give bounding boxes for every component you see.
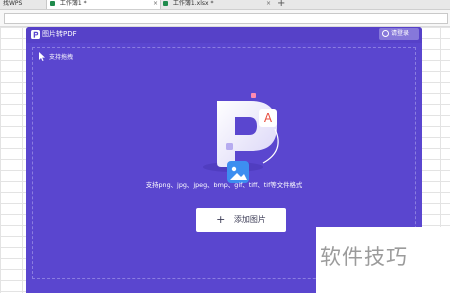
watermark: 软件技巧 <box>316 227 450 293</box>
tab-label: 找WPS <box>3 0 23 7</box>
new-tab-plus-icon[interactable]: + <box>277 0 285 9</box>
svg-text:A: A <box>264 111 273 125</box>
image-to-pdf-illustration-icon: A <box>203 93 279 183</box>
close-icon[interactable]: × <box>266 0 271 8</box>
add-image-button[interactable]: + 添加图片 <box>196 208 286 232</box>
cursor-icon <box>39 52 45 61</box>
pdf-logo-icon <box>31 30 40 39</box>
login-button[interactable]: 请登录 <box>379 28 419 40</box>
drag-support-label: 支持拖拽 <box>49 54 74 61</box>
supported-formats-text: 支持png、jpg、jpeg、bmp、gif、tiff、tif等文件格式 <box>145 181 303 189</box>
tab-bar: 找WPS 工作簿1 * × 工作簿1.xlsx * × + <box>0 0 450 10</box>
add-image-label: 添加图片 <box>233 215 266 224</box>
login-label: 请登录 <box>391 30 410 37</box>
close-icon[interactable]: × <box>153 0 158 8</box>
watermark-text: 软件技巧 <box>320 245 408 269</box>
tab-find-wps[interactable]: 找WPS <box>0 0 43 9</box>
toolbar <box>0 10 450 27</box>
user-icon <box>382 30 389 37</box>
dialog-titlebar: 图片转PDF 请登录 <box>26 27 422 43</box>
spreadsheet-icon <box>50 1 55 6</box>
dialog-title: 图片转PDF <box>42 30 77 38</box>
tab-workbook1-xlsx[interactable]: 工作簿1.xlsx * × <box>160 0 273 9</box>
tab-label: 工作簿1 * <box>59 0 87 7</box>
plus-icon: + <box>216 213 226 226</box>
tab-label: 工作簿1.xlsx * <box>172 0 214 7</box>
formula-input[interactable] <box>4 13 448 24</box>
tab-workbook1[interactable]: 工作簿1 * × <box>46 0 161 9</box>
spreadsheet-icon <box>163 1 168 6</box>
